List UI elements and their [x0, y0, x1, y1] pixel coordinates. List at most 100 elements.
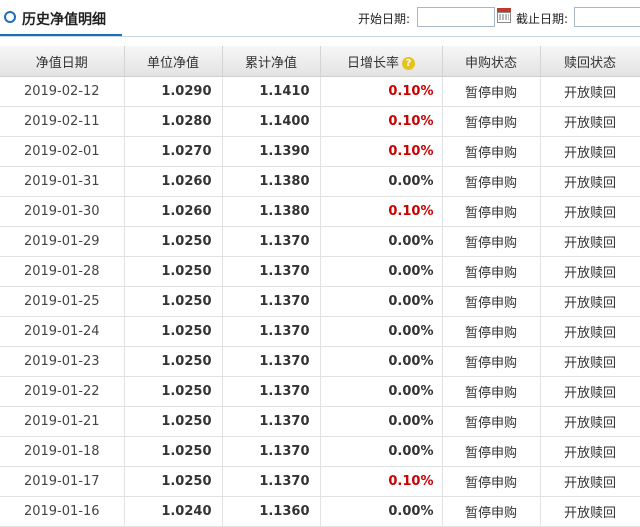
- cell-daily-growth: 0.00%: [320, 436, 443, 467]
- cell-acc-nav: 1.1360: [222, 496, 321, 527]
- col-header-date: 净值日期: [0, 46, 125, 77]
- cell-unit-nav: 1.0250: [124, 406, 223, 437]
- cell-date: 2019-01-25: [0, 286, 125, 317]
- cell-unit-nav: 1.0250: [124, 226, 223, 257]
- cell-daily-growth: 0.00%: [320, 316, 443, 347]
- cell-date: 2019-01-30: [0, 196, 125, 227]
- table-row: 2019-01-28 1.0250 1.1370 0.00% 暂停申购 开放赎回: [0, 256, 640, 287]
- cell-unit-nav: 1.0270: [124, 136, 223, 167]
- cell-date: 2019-01-17: [0, 466, 125, 497]
- cell-daily-growth: 0.00%: [320, 376, 443, 407]
- cell-date: 2019-01-28: [0, 256, 125, 287]
- cell-redeem-status: 开放赎回: [540, 346, 640, 377]
- cell-date: 2019-02-01: [0, 136, 125, 167]
- cell-redeem-status: 开放赎回: [540, 136, 640, 167]
- cell-unit-nav: 1.0250: [124, 256, 223, 287]
- cell-purchase-status: 暂停申购: [442, 406, 541, 437]
- cell-redeem-status: 开放赎回: [540, 466, 640, 497]
- cell-daily-growth: 0.00%: [320, 286, 443, 317]
- table-row: 2019-01-23 1.0250 1.1370 0.00% 暂停申购 开放赎回: [0, 346, 640, 377]
- cell-acc-nav: 1.1380: [222, 166, 321, 197]
- cell-unit-nav: 1.0240: [124, 496, 223, 527]
- table-row: 2019-01-17 1.0250 1.1370 0.10% 暂停申购 开放赎回: [0, 466, 640, 497]
- end-date-label: 截止日期:: [516, 12, 569, 26]
- table-row: 2019-01-31 1.0260 1.1380 0.00% 暂停申购 开放赎回: [0, 166, 640, 197]
- cell-redeem-status: 开放赎回: [540, 376, 640, 407]
- cell-unit-nav: 1.0250: [124, 376, 223, 407]
- cell-purchase-status: 暂停申购: [442, 346, 541, 377]
- cell-date: 2019-01-24: [0, 316, 125, 347]
- cell-purchase-status: 暂停申购: [442, 226, 541, 257]
- cell-acc-nav: 1.1370: [222, 376, 321, 407]
- cell-date: 2019-01-16: [0, 496, 125, 527]
- cell-redeem-status: 开放赎回: [540, 106, 640, 137]
- end-date-input[interactable]: [574, 7, 640, 27]
- cell-acc-nav: 1.1370: [222, 466, 321, 497]
- cell-date: 2019-02-11: [0, 106, 125, 137]
- cell-acc-nav: 1.1390: [222, 136, 321, 167]
- cell-redeem-status: 开放赎回: [540, 316, 640, 347]
- cell-daily-growth: 0.10%: [320, 136, 443, 167]
- cell-unit-nav: 1.0290: [124, 76, 223, 107]
- cell-date: 2019-02-12: [0, 76, 125, 107]
- panel-title: 历史净值明细: [22, 12, 106, 28]
- cell-acc-nav: 1.1400: [222, 106, 321, 137]
- table-row: 2019-01-18 1.0250 1.1370 0.00% 暂停申购 开放赎回: [0, 436, 640, 467]
- cell-redeem-status: 开放赎回: [540, 196, 640, 227]
- cell-redeem-status: 开放赎回: [540, 166, 640, 197]
- col-header-daily-growth: 日增长率?: [320, 46, 443, 77]
- nav-history-table: 净值日期 单位净值 累计净值 日增长率? 申购状态 赎回状态 2019-02-1…: [0, 46, 640, 527]
- cell-unit-nav: 1.0280: [124, 106, 223, 137]
- cell-acc-nav: 1.1380: [222, 196, 321, 227]
- cell-daily-growth: 0.00%: [320, 166, 443, 197]
- cell-unit-nav: 1.0250: [124, 466, 223, 497]
- cell-purchase-status: 暂停申购: [442, 106, 541, 137]
- table-row: 2019-01-25 1.0250 1.1370 0.00% 暂停申购 开放赎回: [0, 286, 640, 317]
- cell-purchase-status: 暂停申购: [442, 196, 541, 227]
- cell-daily-growth: 0.00%: [320, 226, 443, 257]
- cell-redeem-status: 开放赎回: [540, 286, 640, 317]
- cell-purchase-status: 暂停申购: [442, 136, 541, 167]
- cell-purchase-status: 暂停申购: [442, 316, 541, 347]
- cell-unit-nav: 1.0250: [124, 316, 223, 347]
- col-header-redeem-status: 赎回状态: [540, 46, 640, 77]
- cell-daily-growth: 0.10%: [320, 106, 443, 137]
- panel-header: 历史净值明细 开始日期: 截止日期:: [0, 0, 640, 37]
- cell-acc-nav: 1.1370: [222, 406, 321, 437]
- cell-date: 2019-01-31: [0, 166, 125, 197]
- cell-acc-nav: 1.1370: [222, 346, 321, 377]
- col-header-acc-nav: 累计净值: [222, 46, 321, 77]
- col-header-daily-growth-label: 日增长率: [346, 55, 399, 71]
- circle-bullet-icon: [4, 11, 16, 23]
- cell-daily-growth: 0.00%: [320, 496, 443, 527]
- cell-purchase-status: 暂停申购: [442, 256, 541, 287]
- cell-acc-nav: 1.1410: [222, 76, 321, 107]
- cell-redeem-status: 开放赎回: [540, 406, 640, 437]
- cell-date: 2019-01-29: [0, 226, 125, 257]
- cell-redeem-status: 开放赎回: [540, 226, 640, 257]
- cell-date: 2019-01-22: [0, 376, 125, 407]
- cell-unit-nav: 1.0260: [124, 166, 223, 197]
- cell-redeem-status: 开放赎回: [540, 436, 640, 467]
- calendar-icon[interactable]: [497, 8, 511, 23]
- start-date-input[interactable]: [417, 7, 495, 27]
- cell-purchase-status: 暂停申购: [442, 286, 541, 317]
- cell-daily-growth: 0.10%: [320, 76, 443, 107]
- cell-acc-nav: 1.1370: [222, 316, 321, 347]
- table-row: 2019-01-22 1.0250 1.1370 0.00% 暂停申购 开放赎回: [0, 376, 640, 407]
- cell-date: 2019-01-23: [0, 346, 125, 377]
- col-header-purchase-status: 申购状态: [442, 46, 541, 77]
- col-header-unit-nav: 单位净值: [124, 46, 223, 77]
- cell-acc-nav: 1.1370: [222, 286, 321, 317]
- cell-redeem-status: 开放赎回: [540, 256, 640, 287]
- table-row: 2019-02-12 1.0290 1.1410 0.10% 暂停申购 开放赎回: [0, 76, 640, 107]
- table-row: 2019-01-21 1.0250 1.1370 0.00% 暂停申购 开放赎回: [0, 406, 640, 437]
- cell-purchase-status: 暂停申购: [442, 376, 541, 407]
- cell-date: 2019-01-18: [0, 436, 125, 467]
- table-row: 2019-01-24 1.0250 1.1370 0.00% 暂停申购 开放赎回: [0, 316, 640, 347]
- cell-daily-growth: 0.00%: [320, 346, 443, 377]
- start-date-label: 开始日期:: [358, 12, 411, 26]
- question-icon[interactable]: ?: [402, 56, 415, 70]
- cell-acc-nav: 1.1370: [222, 436, 321, 467]
- table-row: 2019-01-29 1.0250 1.1370 0.00% 暂停申购 开放赎回: [0, 226, 640, 257]
